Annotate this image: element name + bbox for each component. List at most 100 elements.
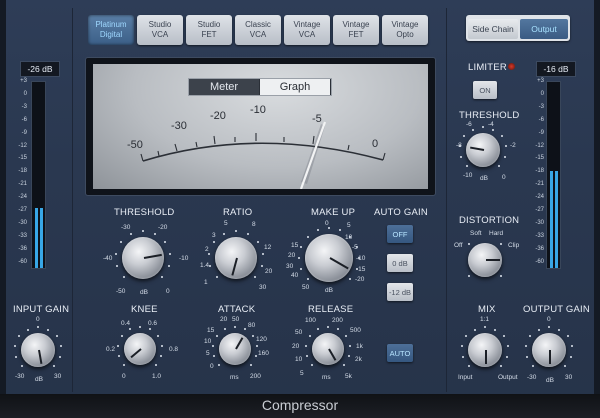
input-level-fill-left: [35, 208, 38, 268]
attack-scale-label: 200: [250, 373, 261, 380]
make-up-knob-indicator: [329, 257, 349, 270]
attack-knob[interactable]: [219, 333, 251, 365]
model-button-4[interactable]: Vintage VCA: [284, 15, 330, 45]
threshold-knob-indicator: [143, 253, 162, 259]
output-gain-knob-tick: [569, 356, 572, 359]
distortion-knob[interactable]: [468, 243, 502, 277]
input_meter-scale-label: -18: [18, 168, 27, 175]
input_meter-scale-label: -33: [18, 232, 27, 239]
output_meter-scale-label: -27: [535, 207, 544, 213]
side-chain-button[interactable]: Side Chain: [468, 19, 518, 39]
attack-knob-tick: [255, 344, 258, 347]
model-button-6[interactable]: Vintage Opto: [382, 15, 428, 45]
threshold-knob[interactable]: [122, 237, 164, 279]
input_meter-scale-label: -6: [21, 116, 27, 123]
knee-knob-tick: [123, 363, 126, 366]
release-knob-tick: [309, 335, 312, 338]
threshold-knob-tick: [129, 232, 132, 235]
auto-gain-off-button[interactable]: OFF: [387, 225, 413, 243]
make-up-knob-tick: [300, 268, 303, 271]
model-button-line1: Vintage: [293, 20, 321, 29]
make-up-knob-tick: [328, 227, 330, 229]
limiter-led: [508, 63, 515, 70]
model-button-2[interactable]: Studio FET: [186, 15, 232, 45]
make-up-knob[interactable]: [305, 234, 353, 282]
input_meter-scale-label: -36: [18, 245, 27, 252]
output-button[interactable]: Output: [520, 19, 568, 39]
make-up-scale-label: 20: [288, 252, 296, 259]
mix-input-label: Input: [458, 374, 473, 381]
release-knob-tick: [327, 326, 329, 328]
knee-knob-tick: [118, 354, 121, 357]
mix-knob[interactable]: [468, 333, 502, 367]
limiter-threshold-unit: dB: [480, 175, 488, 182]
model-button-3[interactable]: Classic VCA: [235, 15, 281, 45]
limiter-threshold-knob-indicator: [470, 146, 485, 151]
auto-gain-minus12-button[interactable]: -12 dB: [387, 283, 413, 301]
release-knob-tick: [344, 335, 347, 338]
knee-scale-label: 0.2: [106, 346, 116, 353]
input-gain-knob-tick: [37, 326, 39, 328]
output_meter-scale-label: +3: [537, 78, 544, 84]
model-button-0[interactable]: Platinum Digital: [88, 15, 134, 45]
model-button-line2: VCA: [298, 30, 316, 39]
release-knob-tick: [336, 328, 339, 331]
attack-scale-label: 80: [248, 322, 256, 329]
ratio-knob[interactable]: [215, 237, 257, 279]
ratio-knob-tick: [256, 241, 259, 244]
threshold-scale-label: -30: [121, 224, 131, 231]
limiter-threshold-scale-label: 0: [502, 174, 506, 181]
input_meter-scale-label: -60: [18, 258, 27, 265]
output-gain-knob[interactable]: [532, 333, 566, 367]
knee-knob-tick: [117, 344, 120, 347]
knee-scale-label: 0.4: [121, 320, 131, 327]
left-frame-edge: [0, 0, 6, 418]
model-button-5[interactable]: Vintage FET: [333, 15, 379, 45]
knee-knob-tick: [121, 335, 124, 338]
limiter-on-button[interactable]: ON: [473, 81, 497, 99]
limiter-threshold-knob[interactable]: [466, 133, 500, 167]
meter-scale-label: -30: [171, 120, 187, 132]
input-level-fill-right: [40, 208, 43, 268]
make-up-scale-label: 10: [345, 234, 353, 241]
ratio-knob-tick: [215, 276, 218, 279]
attack-knob-tick: [243, 328, 246, 331]
knee-knob-indicator: [130, 348, 142, 359]
input_meter-scale-label: -12: [18, 142, 27, 149]
knee-knob[interactable]: [124, 333, 156, 365]
threshold-scale-label: 0: [166, 288, 170, 295]
attack-scale-label: 5: [206, 350, 210, 357]
ratio-knob-tick: [260, 265, 263, 268]
threshold-scale-label: -10: [179, 255, 189, 262]
output_meter-scale-label: -60: [535, 258, 544, 265]
ratio-knob-tick: [208, 252, 211, 255]
ratio-knob-tick: [235, 230, 237, 232]
input_meter-scale-label: -15: [18, 155, 27, 162]
model-button-line1: Studio: [197, 20, 221, 29]
threshold-label: THRESHOLD: [114, 207, 175, 218]
release-scale-label: 500: [350, 327, 361, 334]
input-gain-knob[interactable]: [21, 333, 55, 367]
mix-knob-tick: [473, 328, 476, 331]
limiter-threshold-scale-label: -6: [466, 121, 472, 128]
output_meter-scale-label: -15: [535, 155, 544, 162]
mix-knob-tick: [505, 356, 508, 359]
meter-scale-label: -20: [210, 110, 226, 122]
ratio-scale-label: 2: [205, 246, 209, 253]
ratio-scale-label: 12: [264, 244, 272, 251]
auto-gain-label: AUTO GAIN: [374, 207, 428, 218]
model-button-1[interactable]: Studio VCA: [137, 15, 183, 45]
attack-knob-tick: [234, 326, 236, 328]
auto-release-button[interactable]: AUTO: [387, 344, 413, 362]
release-knob[interactable]: [312, 333, 344, 365]
threshold-knob-tick: [167, 265, 170, 268]
input_meter-scale-label: 0: [23, 90, 27, 97]
distortion-soft-label: Soft: [470, 230, 482, 237]
ratio-scale-label: 20: [265, 268, 273, 275]
distortion-off-label: Off: [454, 242, 463, 249]
auto-gain-0db-button[interactable]: 0 dB: [387, 254, 413, 272]
threshold-knob-tick: [115, 252, 118, 255]
output_meter-scale-label: -3: [538, 103, 544, 110]
knee-scale-label: 0.6: [148, 320, 158, 327]
threshold-scale-label: -20: [158, 224, 168, 231]
